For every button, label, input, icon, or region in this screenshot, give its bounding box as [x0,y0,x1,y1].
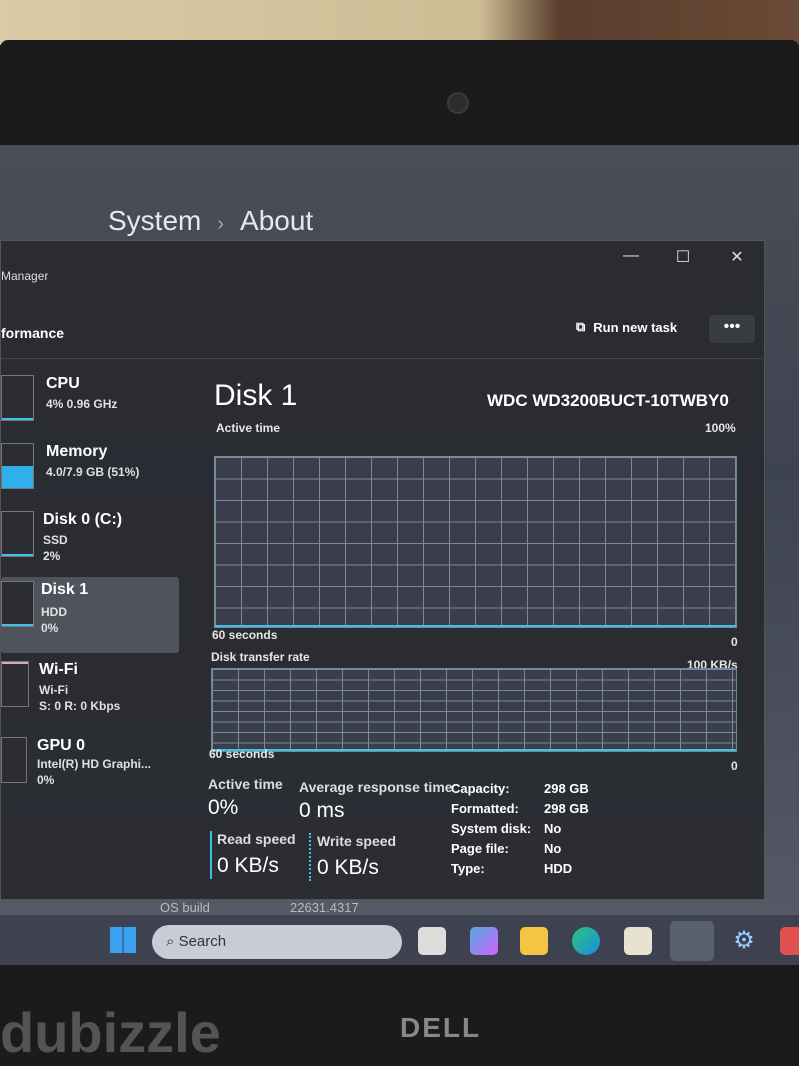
run-task-icon: ⧉ [576,319,586,334]
sidebar-item-usage: 0% [37,773,55,787]
close-button[interactable]: ✕ [717,247,757,267]
read-speed-legend [210,831,212,879]
taskbar-search[interactable]: ⌕ Search [152,925,402,959]
prop-key: Type: [451,861,485,876]
prop-value: No [544,841,562,856]
graph1-min: 0 [731,635,738,649]
disk1-thumbnail-graph [1,581,34,627]
run-new-task-button[interactable]: ⧉ Run new task [576,319,677,335]
write-speed-legend [309,833,311,881]
settings-breadcrumb: System › About [108,205,313,240]
gpu-thumbnail-graph [1,737,27,783]
sidebar-item-wifi[interactable]: Wi-Fi Wi-Fi S: 0 R: 0 Kbps [1,657,179,723]
disk-model: WDC WD3200BUCT-10TWBY0 [487,391,729,410]
sidebar-item-detail: 4.0/7.9 GB (51%) [46,465,140,479]
write-speed-value: 0 KB/s [317,856,379,879]
sidebar-item-name: Wi-Fi [39,661,78,678]
sidebar-item-usage: 2% [43,549,61,563]
transfer-rate-graph [211,668,737,752]
disk0-thumbnail-graph [1,511,34,557]
task-manager-taskbar-icon[interactable] [670,921,714,961]
sidebar-item-detail: SSD [43,533,68,547]
sidebar-item-detail: 4% 0.96 GHz [46,397,118,411]
read-speed-label: Read speed [217,831,296,847]
sidebar-item-name: Disk 0 (C:) [43,511,123,528]
prop-key: System disk: [451,821,532,836]
read-speed-value: 0 KB/s [217,854,279,877]
graph1-time: 60 seconds [212,628,278,642]
active-time-graph [214,456,737,628]
sidebar-item-detail: Intel(R) HD Graphi... [37,757,151,771]
sidebar-item-name: CPU [46,375,80,392]
os-build-value: 22631.4317 [290,900,359,915]
sidebar-item-name: Disk 1 [41,581,89,598]
page-title: formance [1,325,65,341]
task-view-icon[interactable] [418,927,446,955]
cpu-thumbnail-graph [1,375,34,421]
wall-background [0,0,799,45]
sidebar-item-name: GPU 0 [37,737,86,754]
sidebar-item-disk1[interactable]: Disk 1 HDD 0% [1,577,179,653]
chevron-right-icon: › [217,213,225,235]
graph1-max: 100% [705,421,736,435]
active-time-value: 0% [208,796,239,819]
wifi-thumbnail-graph [1,661,29,707]
breadcrumb-system[interactable]: System [108,205,201,236]
disk-properties: Capacity: 298 GB Formatted: 298 GB System … [451,781,604,876]
write-speed-label: Write speed [317,833,397,849]
sidebar-item-name: Memory [46,443,108,460]
sidebar-item-usage: S: 0 R: 0 Kbps [39,699,121,713]
graph2-min: 0 [731,759,738,773]
sidebar-item-cpu[interactable]: CPU 4% 0.96 GHz [1,371,179,437]
search-placeholder: Search [178,933,227,950]
prop-value: 298 GB [544,801,589,816]
page-header: formance ⧉ Run new task ••• [1,301,766,359]
prop-value: No [544,821,562,836]
prop-key: Capacity: [451,781,510,796]
minimize-button[interactable]: — [611,247,651,265]
prop-key: Page file: [451,841,509,856]
run-new-task-label: Run new task [593,319,678,335]
prop-value: HDD [544,861,573,876]
graph2-time: 60 seconds [209,747,275,761]
active-time-label: Active time [208,776,283,792]
maximize-button[interactable]: ☐ [663,247,703,267]
dell-logo: DELL [400,1012,482,1043]
store-icon[interactable] [624,927,652,955]
search-icon: ⌕ [166,933,179,950]
prop-key: Formatted: [451,801,519,816]
disk-title: Disk 1 [214,379,298,412]
app-icon[interactable] [780,927,799,955]
webcam [447,92,469,114]
prop-value: 298 GB [544,781,589,796]
os-build-label: OS build [160,900,210,915]
avg-response-label: Average response time [299,779,453,795]
file-explorer-icon[interactable] [520,927,548,955]
graph2-label: Disk transfer rate [211,650,310,664]
sidebar-item-usage: 0% [41,621,59,635]
task-manager-window: Manager — ☐ ✕ formance ⧉ Run new task •••… [0,240,766,900]
sidebar-item-memory[interactable]: Memory 4.0/7.9 GB (51%) [1,439,179,505]
screen: System › About OS build 22631.4317 Manager… [0,145,799,965]
sidebar-item-gpu0[interactable]: GPU 0 Intel(R) HD Graphi... 0% [1,733,179,799]
dubizzle-watermark: dubizzle [0,1001,221,1064]
sidebar-item-detail: HDD [41,605,67,619]
window-title: Manager [1,269,49,283]
breadcrumb-about: About [240,205,314,236]
sidebar-item-detail: Wi-Fi [39,683,69,697]
avg-response-value: 0 ms [299,799,345,822]
windows-start-icon[interactable] [110,927,136,953]
sidebar-item-disk0[interactable]: Disk 0 (C:) SSD 2% [1,507,179,573]
graph1-label: Active time [216,421,281,435]
taskbar: ⌕ Search ⚙ [0,915,799,965]
edge-icon[interactable] [572,927,600,955]
more-options-button[interactable]: ••• [709,315,755,343]
settings-gear-icon[interactable]: ⚙ [730,927,758,955]
memory-thumbnail-graph [1,443,34,489]
copilot-icon[interactable] [470,927,498,955]
